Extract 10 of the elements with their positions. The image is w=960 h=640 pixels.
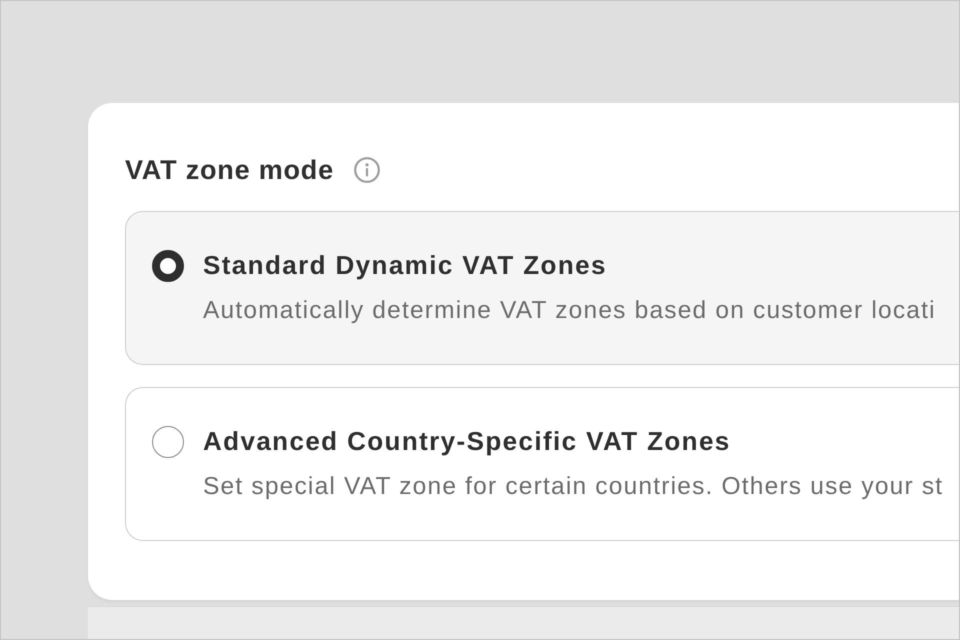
info-icon[interactable] [354,157,380,183]
option-title: Advanced Country-Specific VAT Zones [203,425,732,457]
option-description: Automatically determine VAT zones based on customer locati [203,296,936,326]
option-title: Standard Dynamic VAT Zones [203,249,608,281]
radio-button[interactable] [152,250,184,282]
option-card[interactable]: Standard Dynamic VAT Zones Automatically determine VAT zones based on customer locati [125,211,959,365]
section-heading: VAT zone mode [125,154,334,187]
radio-button[interactable] [152,426,184,458]
option-description: Set special VAT zone for certain countries. Others use your st [203,472,944,502]
option-card[interactable]: Advanced Country-Specific VAT Zones Set special VAT zone for certain countries. Others use your st [125,387,959,541]
